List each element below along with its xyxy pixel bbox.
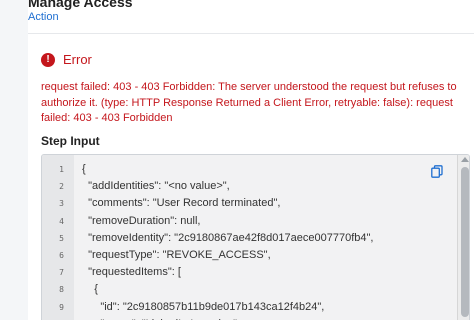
line-number: 3 (59, 199, 64, 209)
line-number: 6 (59, 251, 64, 260)
line-number: 9 (59, 302, 64, 312)
code-line: 10 "name": "LinkedIn Learning", (42, 316, 469, 320)
scroll-up-arrow-icon[interactable] (461, 157, 469, 162)
step-header: Manage Access Action (28, 0, 133, 24)
code-line: 6 "requestType": "REVOKE_ACCESS", (42, 247, 469, 264)
line-number: 2 (59, 182, 64, 192)
scrollbar-thumb[interactable] (461, 167, 469, 317)
line-number: 7 (59, 268, 64, 278)
error-header: ! Error (41, 52, 92, 68)
code-text: "requestedItems": [ (82, 266, 181, 279)
code-text: "addIdentities": "<no value>", (82, 180, 230, 193)
error-message: request failed: 403 - 403 Forbidden: The… (41, 81, 457, 124)
line-number: 4 (59, 216, 64, 226)
manage-access-panel: Manage Access Action ! Error request fai… (28, 0, 474, 320)
step-title: Manage Access (28, 0, 133, 10)
code-text: "removeDuration": null, (82, 214, 201, 227)
vertical-scrollbar[interactable] (457, 155, 469, 320)
code-line: 2 "addIdentities": "<no value>", (42, 178, 469, 195)
code-line: 9 "id": "2c9180857b11b9de017b143ca12f4b2… (42, 299, 469, 316)
copy-icon (431, 164, 443, 178)
divider (28, 33, 474, 34)
code-text: "comments": "User Record terminated", (82, 197, 281, 210)
code-line: 3 "comments": "User Record terminated", (42, 195, 469, 212)
code-text: { (82, 283, 98, 296)
line-number: 10 (42, 316, 64, 320)
error-icon: ! (41, 53, 55, 67)
code-text: "id": "2c9180857b11b9de017b143ca12f4b24"… (82, 300, 325, 313)
code-line: 1{ (42, 161, 469, 178)
error-title: Error (63, 52, 92, 67)
line-number: 5 (59, 233, 64, 243)
copy-button[interactable] (428, 162, 446, 180)
line-number: 1 (59, 165, 64, 174)
step-type-label: Action (28, 11, 59, 23)
left-gutter (0, 0, 28, 320)
code-text: { (82, 163, 86, 175)
code-line: 7 "requestedItems": [ (42, 264, 469, 281)
code-text: "removeIdentity": "2c9180867ae42f8d017ae… (82, 231, 374, 244)
step-input-code-block[interactable]: 1{2 "addIdentities": "<no value>", 3 "com… (41, 154, 470, 320)
line-number: 8 (59, 285, 64, 295)
code-text: "requestType": "REVOKE_ACCESS", (82, 249, 271, 261)
code-line: 4 "removeDuration": null, (42, 213, 469, 230)
step-input-label: Step Input (41, 134, 100, 148)
code-line: 8 { (42, 281, 469, 298)
code-text: "name": "LinkedIn Learning", (82, 316, 240, 320)
code-line: 5 "removeIdentity": "2c9180867ae42f8d017… (42, 230, 469, 247)
